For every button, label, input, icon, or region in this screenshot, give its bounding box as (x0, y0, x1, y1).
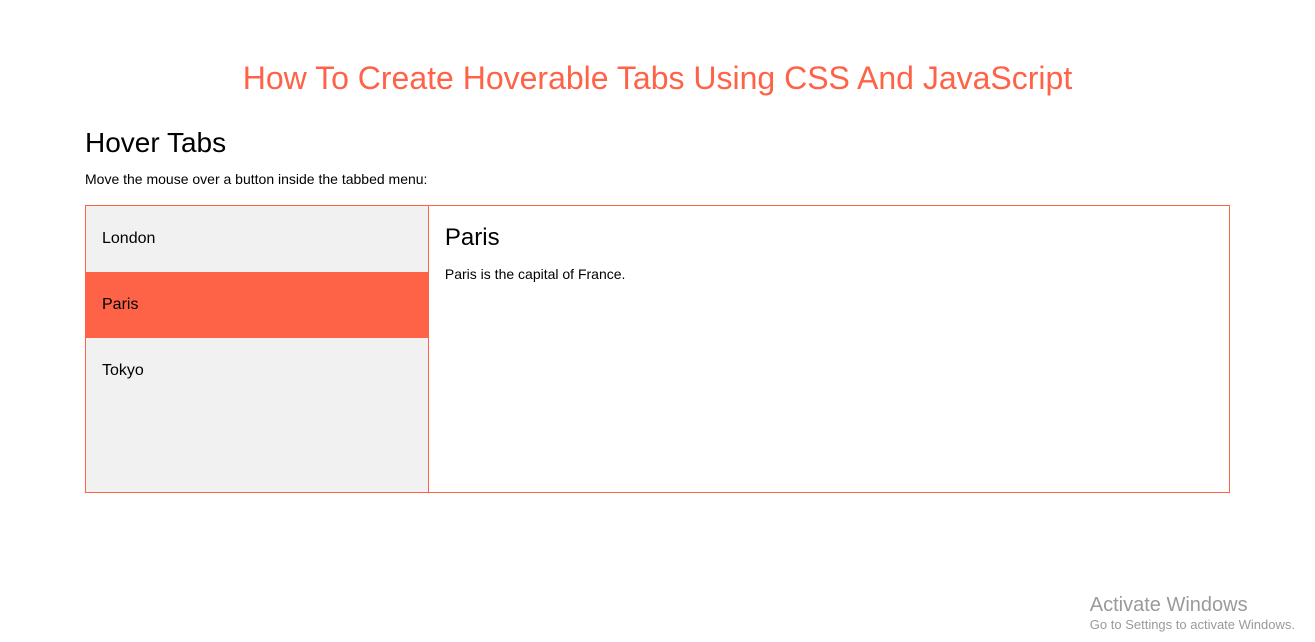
content-text: Paris is the capital of France. (445, 266, 1213, 282)
tab-london[interactable]: London (86, 206, 428, 272)
tab-paris[interactable]: Paris (86, 272, 428, 338)
watermark-subtitle: Go to Settings to activate Windows. (1090, 617, 1295, 632)
tab-content-panel: Paris Paris is the capital of France. (429, 206, 1229, 492)
watermark-title: Activate Windows (1090, 594, 1295, 617)
windows-watermark: Activate Windows Go to Settings to activ… (1090, 594, 1295, 632)
content-title: Paris (445, 224, 1213, 252)
tabs-container: London Paris Tokyo Paris Paris is the ca… (85, 205, 1230, 493)
page-title: How To Create Hoverable Tabs Using CSS A… (85, 60, 1230, 97)
tab-menu: London Paris Tokyo (86, 206, 429, 492)
section-heading: Hover Tabs (85, 127, 1230, 159)
tab-tokyo[interactable]: Tokyo (86, 338, 428, 404)
instruction-text: Move the mouse over a button inside the … (85, 171, 1230, 187)
